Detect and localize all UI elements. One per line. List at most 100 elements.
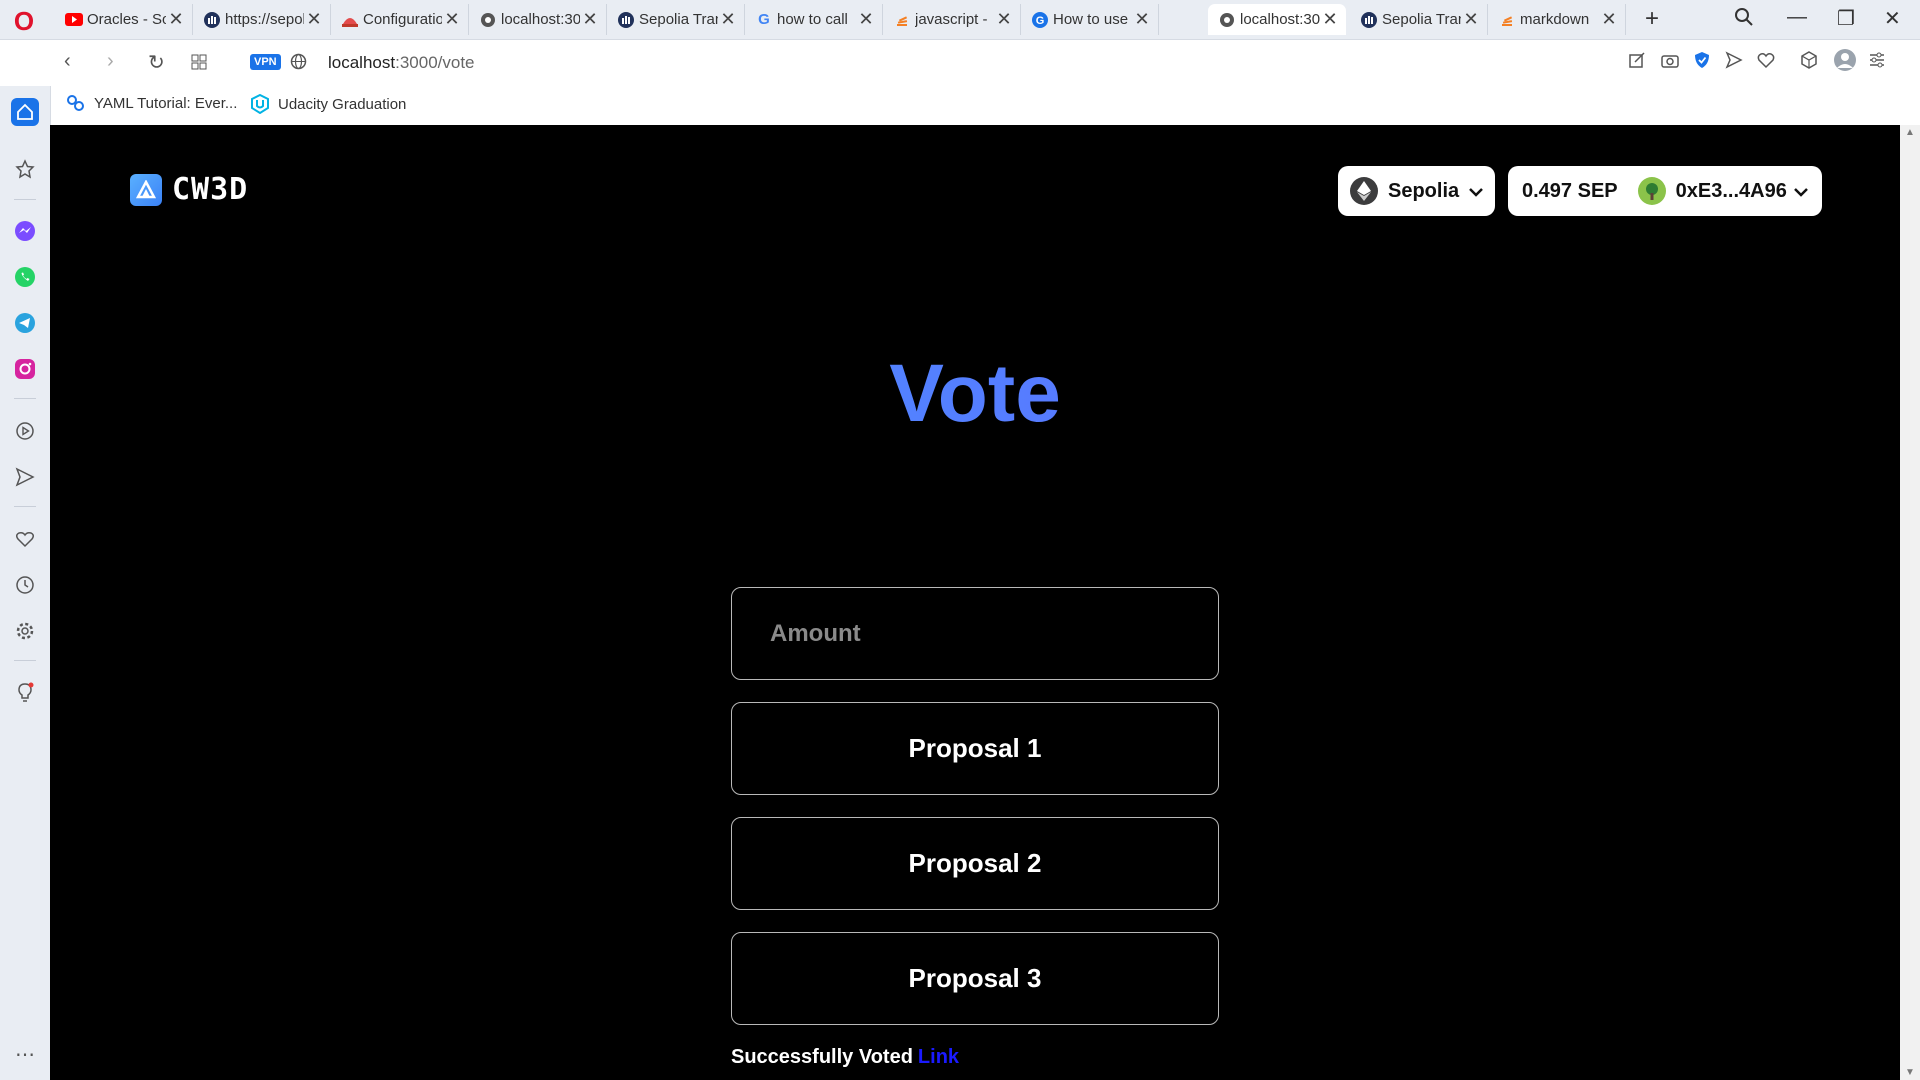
ethereum-icon xyxy=(1350,177,1378,205)
vpn-badge[interactable]: VPN xyxy=(250,54,281,70)
browser-tab[interactable]: Configuration ✕ xyxy=(331,4,469,35)
speed-dial-icon[interactable] xyxy=(11,155,39,183)
tab-title: localhost:3000 xyxy=(1240,11,1320,28)
whatsapp-icon[interactable] xyxy=(11,263,39,291)
extensions-cube-icon[interactable] xyxy=(1800,51,1818,74)
tab-title: how to call xyxy=(777,11,848,28)
tabs-grid-icon[interactable] xyxy=(191,53,207,76)
restore-icon[interactable]: ❐ xyxy=(1837,6,1855,31)
page-title: Vote xyxy=(50,353,1900,435)
yaml-icon xyxy=(66,94,86,112)
scroll-down-icon[interactable]: ▼ xyxy=(1905,1067,1915,1078)
settings-gear-icon[interactable] xyxy=(11,617,39,645)
browser-sidebar: ⋯ xyxy=(0,86,51,1080)
minimize-icon[interactable]: — xyxy=(1787,6,1807,29)
bookmark-udacity[interactable]: Udacity Graduation xyxy=(250,94,406,114)
search-icon[interactable] xyxy=(1734,7,1754,32)
back-icon[interactable]: ‹ xyxy=(64,50,71,73)
browser-tab[interactable]: https://sepolia ✕ xyxy=(193,4,331,35)
forward-icon[interactable]: › xyxy=(107,50,114,73)
tab-title: Sepolia Tran xyxy=(639,11,718,28)
send-icon[interactable] xyxy=(1725,51,1743,74)
vote-status: Successfully Voted Link xyxy=(731,1046,959,1069)
close-tab-icon[interactable]: ✕ xyxy=(580,9,600,30)
bookmark-label: Udacity Graduation xyxy=(278,95,407,113)
reload-icon[interactable]: ↻ xyxy=(148,50,165,75)
close-window-icon[interactable]: ✕ xyxy=(1884,6,1901,31)
wallet-avatar-icon xyxy=(1637,177,1666,205)
history-clock-icon[interactable] xyxy=(11,571,39,599)
messenger-icon[interactable] xyxy=(11,217,39,245)
tab-title: javascript - xyxy=(915,11,988,28)
browser-tab[interactable]: Oracles - Sol ✕ xyxy=(55,4,193,35)
network-selector[interactable]: Sepolia xyxy=(1338,166,1495,216)
tab-title: How to use xyxy=(1053,11,1129,28)
close-tab-icon[interactable]: ✕ xyxy=(1599,9,1619,30)
camera-icon[interactable] xyxy=(1661,51,1679,74)
stackoverflow-icon xyxy=(1498,11,1516,29)
amount-field[interactable] xyxy=(731,587,1219,680)
shield-icon[interactable] xyxy=(1693,51,1711,74)
browser-tab[interactable]: javascript - ✕ xyxy=(883,4,1021,35)
browser-tab[interactable]: markdown ✕ xyxy=(1488,4,1626,35)
new-tab-icon[interactable]: + xyxy=(1645,5,1659,33)
tab-title: Sepolia Tran xyxy=(1382,11,1461,28)
instagram-icon[interactable] xyxy=(11,355,39,383)
browser-tab-active[interactable]: localhost:3000 ✕ xyxy=(1208,4,1346,35)
browser-tab[interactable]: G how to call ✕ xyxy=(745,4,883,35)
telegram-icon[interactable] xyxy=(11,309,39,337)
more-options-icon[interactable]: ⋯ xyxy=(11,1040,39,1068)
google-icon: G xyxy=(758,11,770,28)
sidebar-divider xyxy=(14,660,36,661)
url-field[interactable]: localhost:3000/vote xyxy=(328,53,475,73)
opera-menu-icon[interactable]: O xyxy=(10,7,38,35)
amount-input[interactable] xyxy=(732,588,1218,679)
browser-tab[interactable]: Sepolia Tran ✕ xyxy=(607,4,745,35)
close-tab-icon[interactable]: ✕ xyxy=(1461,9,1481,30)
close-tab-icon[interactable]: ✕ xyxy=(718,9,738,30)
page-scrollbar[interactable]: ▲ ▼ xyxy=(1900,125,1920,1080)
transaction-link[interactable]: Link xyxy=(918,1046,959,1068)
tab-title: https://sepolia xyxy=(225,11,304,28)
flow-send-icon[interactable] xyxy=(11,463,39,491)
hardhat-icon xyxy=(341,11,359,29)
etherscan-icon xyxy=(203,11,221,29)
app-logo[interactable]: CW3D xyxy=(130,172,248,207)
close-tab-icon[interactable]: ✕ xyxy=(442,9,462,30)
close-tab-icon[interactable]: ✕ xyxy=(1132,9,1152,30)
scroll-up-icon[interactable]: ▲ xyxy=(1905,127,1915,138)
bookmarks-bar: YAML Tutorial: Ever... Udacity Graduatio… xyxy=(50,88,1920,122)
logo-mark-icon xyxy=(130,173,162,206)
address-toolbar: ‹ › ↻ VPN localhost:3000/vote xyxy=(50,40,1920,86)
browser-tab[interactable]: Sepolia Tran ✕ xyxy=(1350,4,1488,35)
profile-avatar-icon[interactable] xyxy=(1834,49,1856,76)
proposal-1-button[interactable]: Proposal 1 xyxy=(731,702,1219,795)
sidebar-divider xyxy=(14,398,36,399)
home-icon[interactable] xyxy=(11,98,39,126)
proposal-2-button[interactable]: Proposal 2 xyxy=(731,817,1219,910)
close-tab-icon[interactable]: ✕ xyxy=(856,9,876,30)
url-path: :3000/vote xyxy=(395,53,475,72)
tab-strip: O Oracles - Sol ✕ https://sepolia ✕ Conf… xyxy=(0,0,1920,40)
sidebar-divider xyxy=(14,199,36,200)
dapp-page: CW3D Sepolia 0.497 SEP 0xE3...4A96 Vote … xyxy=(50,125,1900,1080)
lightbulb-icon[interactable] xyxy=(11,679,39,707)
close-tab-icon[interactable]: ✕ xyxy=(304,9,324,30)
heart-icon[interactable] xyxy=(1757,51,1775,74)
proposal-3-button[interactable]: Proposal 3 xyxy=(731,932,1219,1025)
snapshot-edit-icon[interactable] xyxy=(1628,51,1646,74)
bookmark-yaml[interactable]: YAML Tutorial: Ever... xyxy=(66,94,237,112)
wallet-connect-button[interactable]: 0.497 SEP 0xE3...4A96 xyxy=(1508,166,1822,216)
heart-icon[interactable] xyxy=(11,525,39,553)
browser-tab[interactable]: localhost:3000 ✕ xyxy=(469,4,607,35)
easy-setup-icon[interactable] xyxy=(1868,51,1886,74)
close-tab-icon[interactable]: ✕ xyxy=(994,9,1014,30)
svg-text:G: G xyxy=(1036,15,1045,27)
site-info-icon[interactable] xyxy=(290,53,307,75)
tab-title: Configuration xyxy=(363,11,442,28)
close-tab-icon[interactable]: ✕ xyxy=(1320,9,1340,30)
browser-tab[interactable]: G How to use ✕ xyxy=(1021,4,1159,35)
chevron-down-icon xyxy=(1469,181,1483,202)
player-icon[interactable] xyxy=(11,417,39,445)
close-tab-icon[interactable]: ✕ xyxy=(166,9,186,30)
